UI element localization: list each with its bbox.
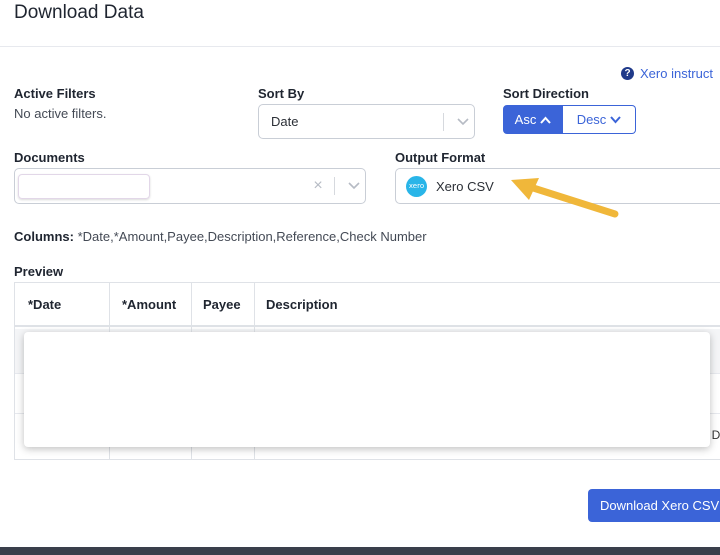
clear-icon[interactable]: ×: [310, 177, 326, 195]
header-description[interactable]: Description: [266, 297, 338, 312]
active-filters-value: No active filters.: [14, 106, 107, 121]
preview-label: Preview: [14, 264, 64, 279]
select-separator: [443, 112, 444, 131]
xero-logo-icon: xero: [406, 175, 427, 197]
header-payee[interactable]: Payee: [203, 297, 241, 312]
sort-direction-toggle: Asc Desc: [503, 105, 636, 134]
chevron-up-icon: [540, 116, 552, 124]
xero-instructions-link[interactable]: ? Xero instruct: [621, 66, 713, 81]
header-date[interactable]: *Date: [28, 297, 61, 312]
header-divider: [0, 46, 720, 47]
selected-document-chip[interactable]: [18, 174, 150, 199]
table-header: *Date *Amount Payee Description: [15, 283, 720, 327]
download-xero-csv-button[interactable]: Download Xero CSV: [588, 489, 720, 522]
asc-label: Asc: [514, 112, 537, 127]
page-title: Download Data: [14, 2, 144, 23]
documents-label: Documents: [14, 150, 85, 165]
sort-desc-button[interactable]: Desc: [563, 105, 636, 134]
columns-label: Columns:: [14, 229, 74, 244]
header-amount[interactable]: *Amount: [122, 297, 176, 312]
sort-asc-button[interactable]: Asc: [503, 105, 563, 134]
xero-instructions-label: Xero instruct: [640, 66, 713, 81]
help-icon: ?: [621, 67, 634, 80]
annotation-arrow-icon: [511, 178, 619, 218]
redaction-overlay: [24, 332, 710, 447]
columns-line: Columns: *Date,*Amount,Payee,Description…: [14, 229, 427, 244]
sort-by-label: Sort By: [258, 86, 305, 101]
desc-label: Desc: [576, 112, 607, 127]
chevron-down-icon: [610, 115, 622, 123]
chevron-down-icon[interactable]: [343, 182, 365, 190]
select-separator: [334, 177, 335, 195]
chevron-down-icon[interactable]: [452, 117, 474, 126]
output-format-label: Output Format: [395, 150, 486, 165]
sort-by-value: Date: [271, 114, 299, 129]
sort-by-select[interactable]: Date: [258, 104, 475, 139]
active-filters-label: Active Filters: [14, 86, 96, 101]
sort-direction-label: Sort Direction: [503, 86, 589, 101]
columns-value: *Date,*Amount,Payee,Description,Referenc…: [77, 229, 427, 244]
window-bottom-edge: [0, 547, 720, 555]
